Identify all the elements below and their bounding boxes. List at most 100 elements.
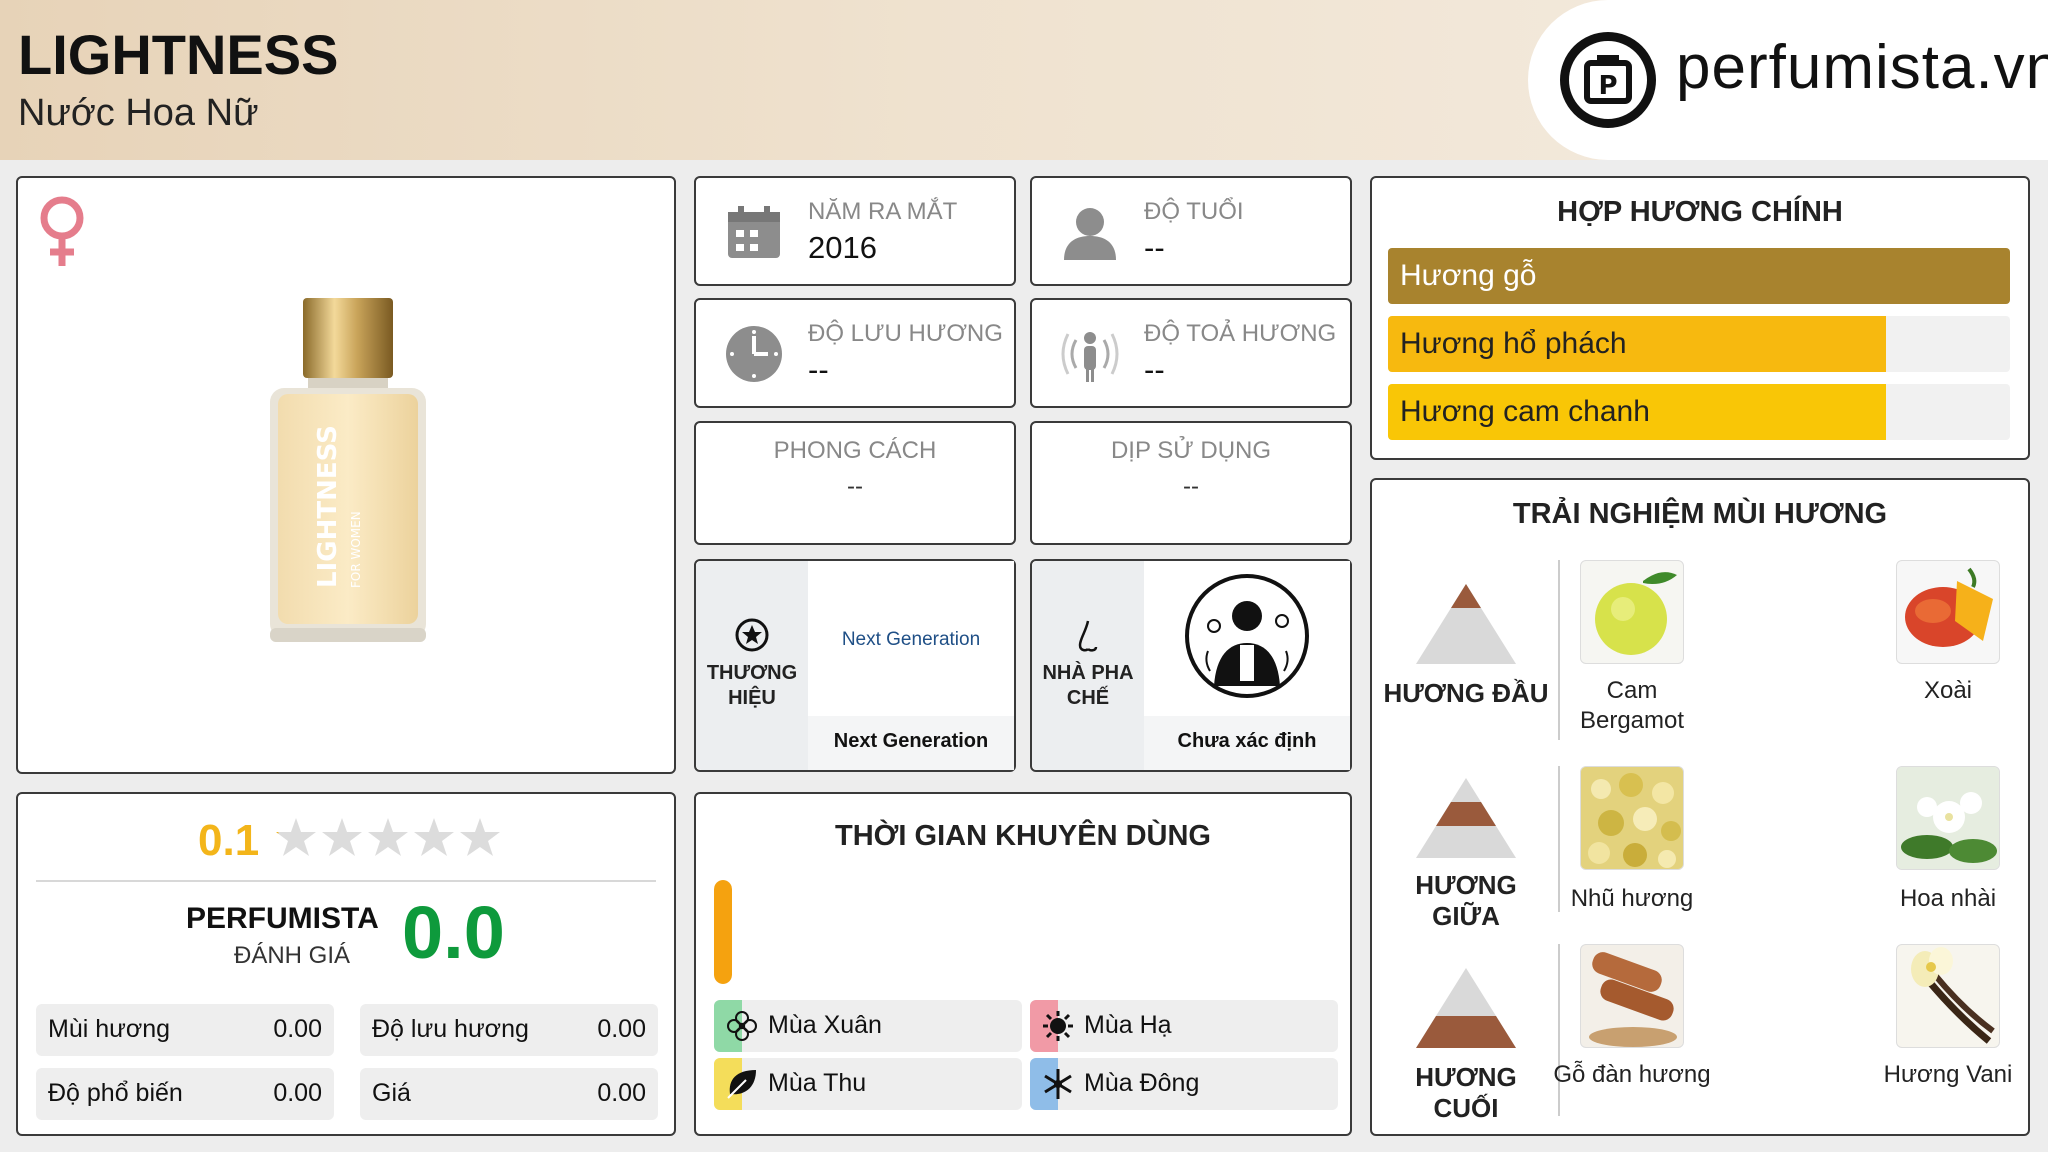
pyramid-base-icon xyxy=(1416,968,1516,1048)
product-card: LIGHTNESS FOR WOMEN xyxy=(16,176,676,774)
longevity-tile: ĐỘ LƯU HƯƠNG -- xyxy=(694,298,1016,408)
flower-icon xyxy=(726,1010,758,1042)
brand-logo-image: Next Generation xyxy=(808,561,1014,711)
release-year-value: 2016 xyxy=(808,230,877,265)
tier-label-base: HƯƠNG CUỐI xyxy=(1415,1062,1517,1123)
season-autumn: Mùa Thu xyxy=(714,1058,1022,1110)
release-year-label: NĂM RA MẮT xyxy=(808,198,958,225)
note-jasmine-image[interactable] xyxy=(1896,766,2000,870)
venus-icon xyxy=(32,192,92,272)
user-score: 0.1 xyxy=(198,816,260,865)
season-label: Mùa Hạ xyxy=(1084,1011,1172,1039)
season-summer: Mùa Hạ xyxy=(1030,1000,1338,1052)
clock-icon xyxy=(724,324,784,384)
radiate-icon xyxy=(1060,324,1120,384)
metric-value: 0.00 xyxy=(273,1015,322,1043)
page-subtitle: Nước Hoa Nữ xyxy=(18,92,259,134)
leaf-icon xyxy=(726,1068,758,1100)
sillage-tile: ĐỘ TOẢ HƯƠNG -- xyxy=(1030,298,1352,408)
perfumer-tile[interactable]: NHÀ PHA CHẾ Chưa xác định xyxy=(1030,559,1352,772)
star-icon[interactable] xyxy=(412,816,456,860)
brand-label: THƯƠNG HIỆU xyxy=(706,662,798,709)
divider xyxy=(36,880,656,882)
perfume-bottle-logo-icon: P xyxy=(1560,32,1656,128)
occasion-tile: DỊP SỬ DỤNG -- xyxy=(1030,421,1352,545)
day-night-track xyxy=(714,880,732,984)
recommended-time-title: THỜI GIAN KHUYÊN DÙNG xyxy=(835,820,1211,852)
metric-longevity: Độ lưu hương 0.00 xyxy=(360,1004,658,1056)
accord-bar: Hương gỗ xyxy=(1388,248,2010,304)
person-icon xyxy=(1060,202,1120,262)
metric-scent: Mùi hương 0.00 xyxy=(36,1004,334,1056)
note-name: Cam Bergamot xyxy=(1579,677,1685,734)
metric-popularity: Độ phổ biến 0.00 xyxy=(36,1068,334,1120)
perfumista-score: 0.0 xyxy=(402,891,505,974)
svg-text:P: P xyxy=(1598,71,1617,101)
occasion-label: DỊP SỬ DỤNG xyxy=(1110,437,1272,464)
star-badge-icon xyxy=(734,617,770,653)
note-sandalwood-image[interactable] xyxy=(1580,944,1684,1048)
perfumista-label: PERFUMISTA xyxy=(186,902,379,935)
age-tile: ĐỘ TUỔI -- xyxy=(1030,176,1352,286)
accord-label: Hương hổ phách xyxy=(1400,327,1627,360)
longevity-label: ĐỘ LƯU HƯƠNG xyxy=(808,320,1003,347)
note-frankincense-image[interactable] xyxy=(1580,766,1684,870)
style-tile: PHONG CÁCH -- xyxy=(694,421,1016,545)
star-icon[interactable] xyxy=(366,816,410,860)
brand-logo[interactable]: P perfumista.vn xyxy=(1528,0,2048,160)
brand-tile[interactable]: THƯƠNG HIỆU Next Generation Next Generat… xyxy=(694,559,1016,772)
metric-label: Giá xyxy=(372,1079,411,1107)
sillage-label: ĐỘ TOẢ HƯƠNG xyxy=(1144,320,1337,347)
star-icon[interactable] xyxy=(458,816,502,860)
bottle-subtext: FOR WOMEN xyxy=(349,511,363,588)
perfumer-name: Chưa xác định xyxy=(1144,716,1350,770)
accord-bar: Hương hổ phách xyxy=(1388,316,2010,372)
note-vanilla-image[interactable] xyxy=(1896,944,2000,1048)
metric-value: 0.00 xyxy=(273,1079,322,1107)
star-icon[interactable] xyxy=(320,816,364,860)
note-bergamot-image[interactable] xyxy=(1580,560,1684,664)
perfumer-label-panel: NHÀ PHA CHẾ xyxy=(1032,561,1144,770)
metric-value: 0.00 xyxy=(597,1015,646,1043)
bottle-text: LIGHTNESS xyxy=(313,425,343,588)
season-winter: Mùa Đông xyxy=(1030,1058,1338,1110)
metric-label: Độ lưu hương xyxy=(372,1015,529,1043)
metric-price: Giá 0.00 xyxy=(360,1068,658,1120)
pyramid-top-icon xyxy=(1416,584,1516,664)
brand-name: Next Generation xyxy=(808,716,1014,770)
age-label: ĐỘ TUỔI xyxy=(1144,198,1244,225)
season-label: Mùa Thu xyxy=(768,1069,867,1097)
sillage-value: -- xyxy=(1144,352,1165,387)
page-title: LIGHTNESS xyxy=(18,23,339,86)
header: LIGHTNESS Nước Hoa Nữ P perfumista.vn xyxy=(0,0,2048,160)
note-name: Nhũ hương xyxy=(1570,885,1694,912)
longevity-value: -- xyxy=(808,352,829,387)
style-label: PHONG CÁCH xyxy=(773,437,937,464)
recommended-time-card: THỜI GIAN KHUYÊN DÙNG Mùa Xuân Mùa Hạ Mù… xyxy=(694,792,1352,1136)
style-value: -- xyxy=(847,473,863,500)
logo-text: perfumista.vn xyxy=(1676,33,2048,102)
season-label: Mùa Xuân xyxy=(768,1011,882,1039)
divider xyxy=(1558,944,1560,1116)
metric-label: Độ phổ biến xyxy=(48,1079,183,1107)
scent-experience-title: TRẢI NGHIỆM MÙI HƯƠNG xyxy=(1512,498,1888,530)
metric-label: Mùi hương xyxy=(48,1015,171,1043)
perfumer-image xyxy=(1144,561,1350,711)
occasion-value: -- xyxy=(1183,473,1199,500)
metric-value: 0.00 xyxy=(597,1079,646,1107)
calendar-icon xyxy=(724,202,784,262)
note-name: Hoa nhài xyxy=(1899,885,1997,912)
season-spring: Mùa Xuân xyxy=(714,1000,1022,1052)
tier-label-top: HƯƠNG ĐẦU xyxy=(1383,678,1549,708)
main-accords-title: HỢP HƯƠNG CHÍNH xyxy=(1557,196,1843,228)
product-bottle-image: LIGHTNESS FOR WOMEN xyxy=(268,298,428,648)
accord-bar: Hương cam chanh xyxy=(1388,384,2010,440)
star-icon[interactable] xyxy=(274,816,318,860)
release-year-tile: NĂM RA MẮT 2016 xyxy=(694,176,1016,286)
sun-icon xyxy=(1042,1010,1074,1042)
tier-label-middle: HƯƠNG GIỮA xyxy=(1415,870,1517,931)
season-label: Mùa Đông xyxy=(1084,1069,1200,1097)
brand-logo-text: Next Generation xyxy=(841,629,981,650)
note-mango-image[interactable] xyxy=(1896,560,2000,664)
scent-experience-card: TRẢI NGHIỆM MÙI HƯƠNG HƯƠNG ĐẦU Cam Berg… xyxy=(1370,478,2030,1136)
